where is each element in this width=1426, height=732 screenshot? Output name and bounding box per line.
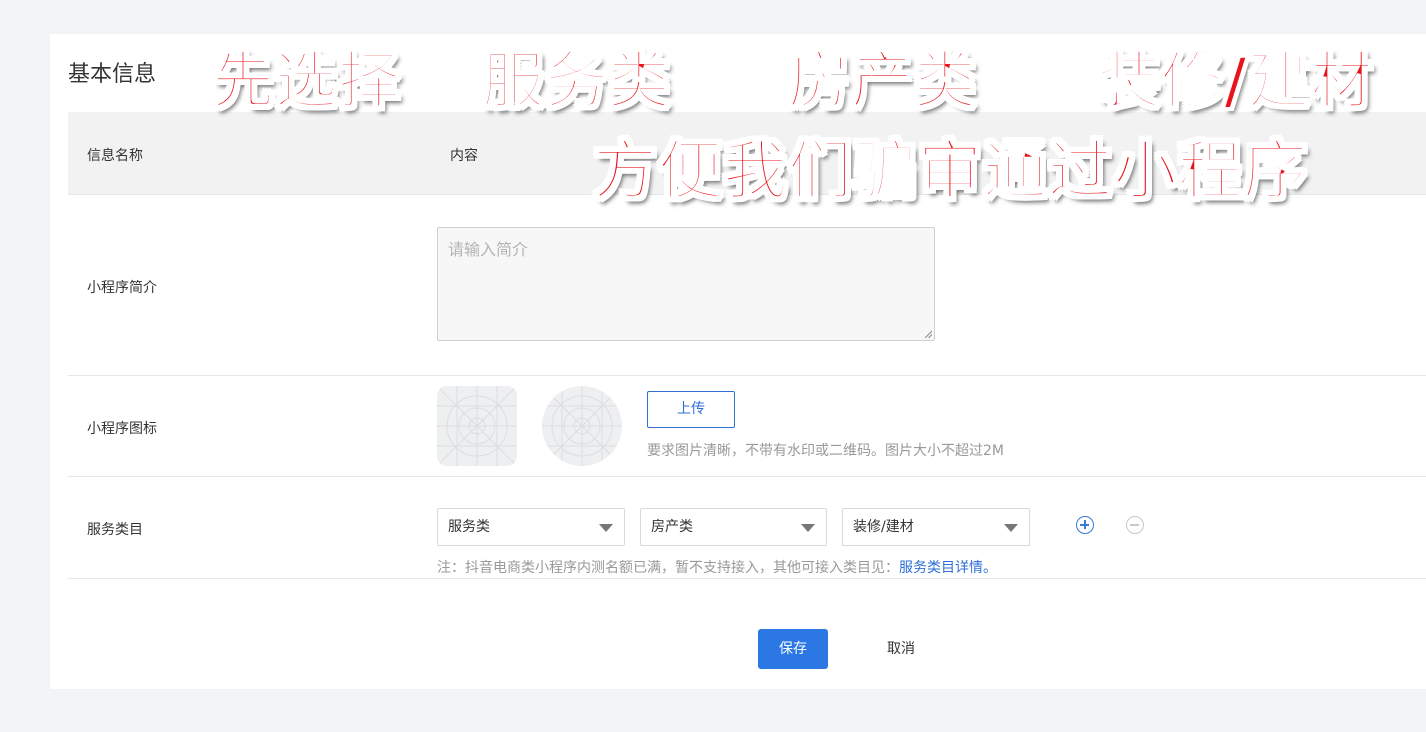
category-note-text: 注：抖音电商类小程序内测名额已满，暂不支持接入，其他可接入类目见： bbox=[437, 560, 899, 576]
category-select-2[interactable]: 房产类 bbox=[640, 508, 827, 546]
circle-icon-placeholder bbox=[542, 386, 622, 466]
overlay-text-line2: 方便我们骗审通过小程序 bbox=[592, 134, 1308, 210]
icon-label: 小程序图标 bbox=[87, 421, 157, 437]
category-label: 服务类目 bbox=[87, 522, 143, 538]
overlay-text-decoration: 装修/建材 bbox=[1097, 43, 1374, 118]
caret-down-icon bbox=[1004, 524, 1018, 532]
grid-icon bbox=[437, 386, 517, 466]
square-icon-placeholder bbox=[437, 386, 517, 466]
upload-button[interactable]: 上传 bbox=[647, 391, 735, 428]
overlay-text-select: 先选择 bbox=[211, 43, 402, 118]
header-content-col: 内容 bbox=[450, 148, 478, 164]
header-name-col: 信息名称 bbox=[87, 148, 143, 164]
overlay-text-realestate: 房产类 bbox=[787, 43, 978, 118]
intro-textarea[interactable]: 请输入简介 bbox=[437, 227, 935, 341]
save-button[interactable]: 保存 bbox=[758, 629, 828, 669]
row-divider bbox=[68, 476, 1426, 477]
resize-grip-icon[interactable] bbox=[924, 330, 932, 338]
category-select-3-value: 装修/建材 bbox=[853, 519, 914, 535]
category-select-1[interactable]: 服务类 bbox=[437, 508, 625, 546]
remove-category-icon[interactable] bbox=[1126, 516, 1144, 534]
overlay-text-service: 服务类 bbox=[481, 43, 672, 118]
cancel-button[interactable]: 取消 bbox=[870, 629, 932, 669]
category-note: 注：抖音电商类小程序内测名额已满，暂不支持接入，其他可接入类目见：服务类目详情。 bbox=[437, 557, 997, 577]
caret-down-icon bbox=[599, 524, 613, 532]
category-select-3[interactable]: 装修/建材 bbox=[842, 508, 1030, 546]
add-category-icon[interactable] bbox=[1076, 516, 1094, 534]
section-title: 基本信息 bbox=[68, 62, 157, 87]
grid-icon bbox=[542, 386, 622, 466]
row-divider bbox=[68, 578, 1426, 579]
category-select-2-value: 房产类 bbox=[651, 519, 693, 535]
category-select-1-value: 服务类 bbox=[448, 519, 490, 535]
intro-placeholder: 请输入简介 bbox=[448, 240, 529, 259]
upload-hint: 要求图片清晰，不带有水印或二维码。图片大小不超过2M bbox=[647, 443, 1004, 459]
intro-label: 小程序简介 bbox=[87, 280, 157, 296]
caret-down-icon bbox=[801, 524, 815, 532]
row-divider bbox=[68, 375, 1426, 376]
category-details-link[interactable]: 服务类目详情。 bbox=[899, 560, 997, 576]
